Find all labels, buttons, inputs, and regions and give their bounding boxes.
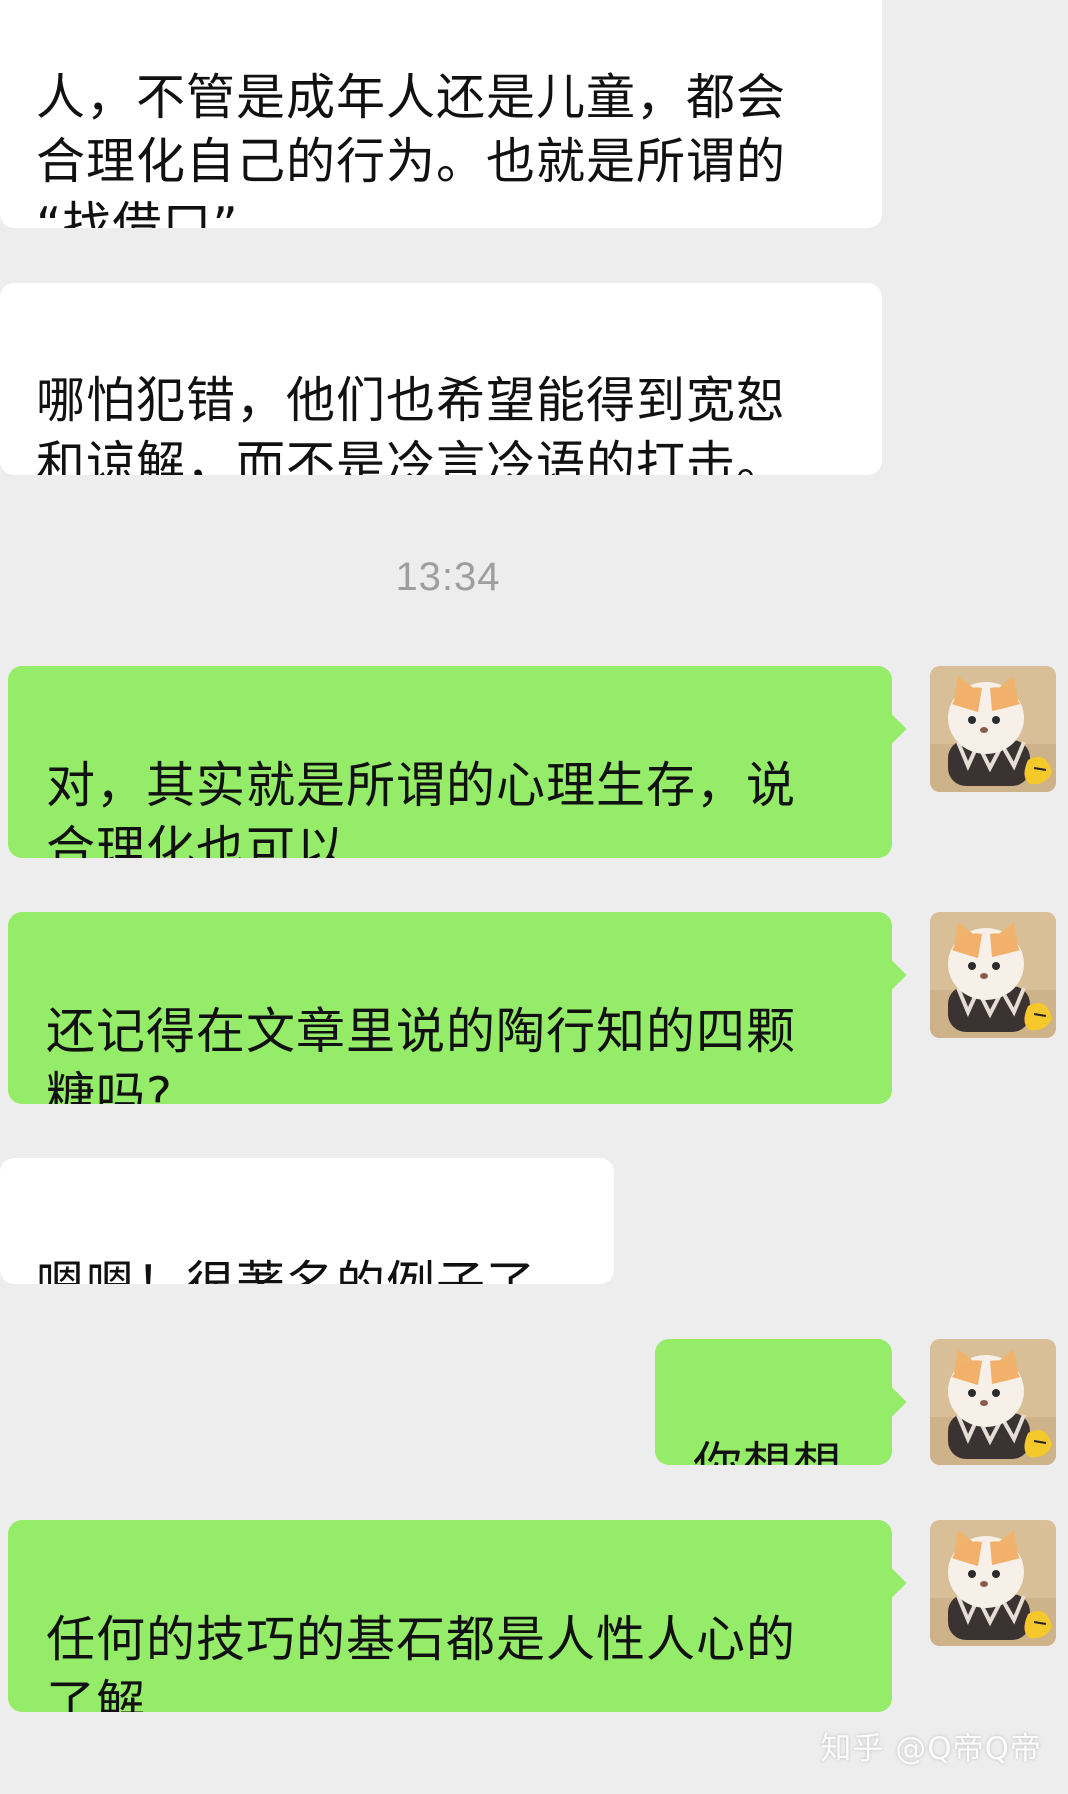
message-text: 对，其实就是所谓的心理生存，说 合理化也可以	[46, 757, 797, 858]
message-text: 人，不管是成年人还是儿童，都会 合理化自己的行为。也就是所谓的 “找借口”。	[36, 69, 787, 228]
message-timestamp: 13:34	[395, 555, 501, 599]
avatar[interactable]	[930, 912, 1056, 1038]
avatar[interactable]	[930, 666, 1056, 792]
message-bubble-incoming[interactable]: 哪怕犯错，他们也希望能得到宽恕 和谅解，而不是冷言冷语的打击。	[0, 283, 882, 475]
cat-avatar-icon	[930, 666, 1056, 792]
cat-avatar-icon	[930, 912, 1056, 1038]
message-text: 你想想	[693, 1437, 843, 1465]
message-text: 任何的技巧的基石都是人性人心的 了解	[46, 1611, 797, 1712]
message-bubble-incoming[interactable]: 嗯嗯！很著名的例子了	[0, 1158, 614, 1284]
message-text: 嗯嗯！很著名的例子了	[36, 1256, 536, 1284]
avatar[interactable]	[930, 1339, 1056, 1465]
message-text: 还记得在文章里说的陶行知的四颗 糖吗?	[46, 1003, 797, 1104]
cat-avatar-icon	[930, 1339, 1056, 1465]
message-bubble-outgoing[interactable]: 任何的技巧的基石都是人性人心的 了解	[8, 1520, 892, 1712]
cat-avatar-icon	[930, 1520, 1056, 1646]
message-bubble-incoming[interactable]: 人，不管是成年人还是儿童，都会 合理化自己的行为。也就是所谓的 “找借口”。	[0, 0, 882, 228]
zhihu-watermark: 知乎 @Q帝Q帝	[820, 1731, 1042, 1767]
message-bubble-outgoing[interactable]: 还记得在文章里说的陶行知的四颗 糖吗?	[8, 912, 892, 1104]
message-bubble-outgoing[interactable]: 你想想	[655, 1339, 892, 1465]
message-text: 哪怕犯错，他们也希望能得到宽恕 和谅解，而不是冷言冷语的打击。	[36, 372, 787, 475]
message-bubble-outgoing[interactable]: 对，其实就是所谓的心理生存，说 合理化也可以	[8, 666, 892, 858]
avatar[interactable]	[930, 1520, 1056, 1646]
